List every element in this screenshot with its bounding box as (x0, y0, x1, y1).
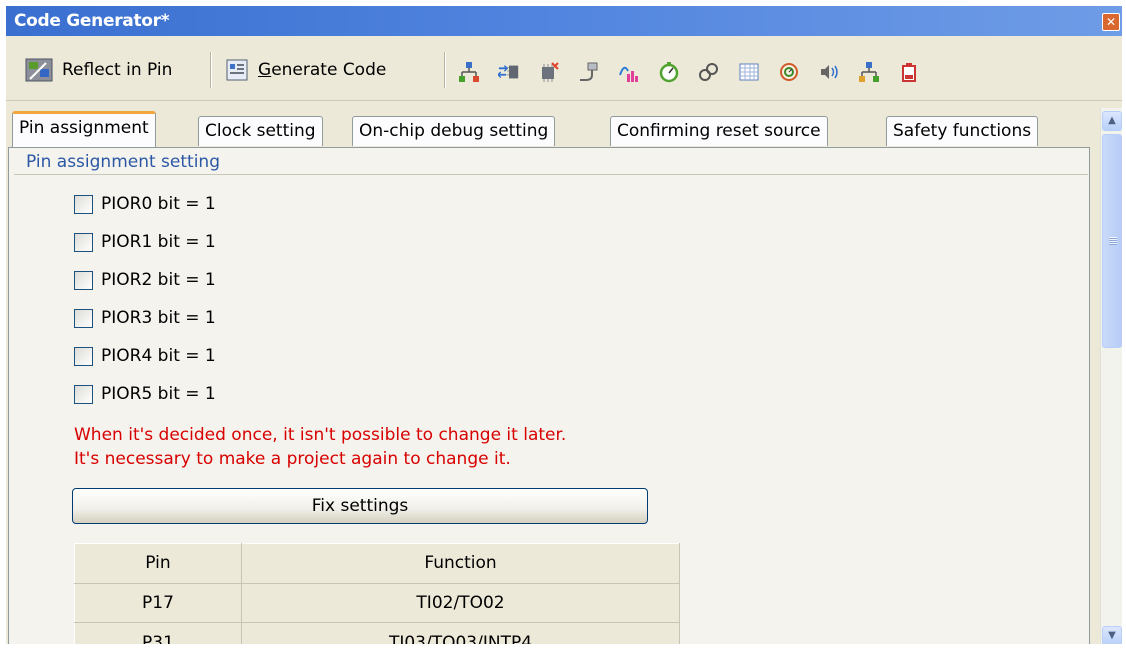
generate-code-icon (226, 59, 248, 81)
checkbox-label: PIOR5 bit = 1 (101, 384, 216, 404)
table-row[interactable]: P17 TI02/TO02 (74, 582, 680, 624)
chevron-up-icon: ▲ (1108, 115, 1116, 126)
pior0-checkbox[interactable] (74, 194, 93, 214)
tab-on-chip-debug-setting[interactable]: On-chip debug setting (352, 116, 556, 146)
plug-icon[interactable] (578, 61, 600, 83)
tab-label: Safety functions (893, 121, 1032, 141)
pior3-checkbox[interactable] (74, 308, 93, 328)
column-header-function: Function (241, 543, 680, 584)
pior4-checkbox-row[interactable]: PIOR4 bit = 1 (74, 344, 216, 368)
checkbox-label: PIOR4 bit = 1 (101, 346, 216, 366)
tab-label: Confirming reset source (617, 121, 821, 141)
title-bar: Code Generator* ✕ (6, 6, 1122, 36)
table-cell-function: TI03/TO03/INTP4 (241, 622, 680, 644)
pior2-checkbox-row[interactable]: PIOR2 bit = 1 (74, 268, 216, 292)
pior0-checkbox-row[interactable]: PIOR0 bit = 1 (74, 192, 216, 216)
checkbox-label: PIOR2 bit = 1 (101, 270, 216, 290)
close-icon: ✕ (1105, 15, 1117, 29)
checkbox-label: PIOR3 bit = 1 (101, 308, 216, 328)
window-title: Code Generator* (14, 11, 170, 31)
toolbar: Reflect in Pin Generate Code (6, 36, 1122, 101)
grid-icon[interactable] (738, 61, 760, 83)
checkbox-label: PIOR1 bit = 1 (101, 232, 216, 252)
pior5-checkbox-row[interactable]: PIOR5 bit = 1 (74, 382, 216, 406)
grip-icon (1109, 237, 1117, 245)
tab-safety-functions[interactable]: Safety functions (886, 116, 1039, 146)
group-legend: Pin assignment setting (22, 152, 224, 172)
group-divider (14, 174, 1088, 175)
speaker-icon[interactable] (818, 61, 840, 83)
column-header-pin: Pin (74, 543, 242, 584)
toolbar-separator (210, 52, 212, 88)
scroll-up-button[interactable]: ▲ (1102, 111, 1122, 131)
clock-icon[interactable] (778, 61, 800, 83)
generate-code-label: Generate Code (258, 60, 386, 80)
code-generator-window: Code Generator* ✕ Reflect in Pin Generat… (6, 6, 1122, 644)
reflect-in-pin-label: Reflect in Pin (62, 60, 173, 80)
port-alt-icon[interactable] (858, 61, 880, 83)
tab-label: On-chip debug setting (359, 121, 549, 141)
tab-pin-assignment[interactable]: Pin assignment (12, 111, 156, 147)
port-icon[interactable] (458, 61, 480, 83)
timer-icon[interactable] (658, 61, 680, 83)
generate-code-label-rest: enerate Code (271, 60, 387, 80)
serial-icon[interactable] (498, 61, 520, 83)
chip-icon[interactable] (538, 61, 560, 83)
battery-icon[interactable] (898, 61, 920, 83)
tab-bar: Pin assignment Clock setting On-chip deb… (6, 108, 1088, 148)
table-cell-pin: P31 (74, 622, 242, 644)
warning-line-2: It's necessary to make a project again t… (74, 449, 511, 469)
vertical-scrollbar[interactable]: ▲ ▼ (1100, 108, 1122, 644)
tab-label: Clock setting (205, 121, 316, 141)
pin-function-table: Pin Function P17 TI02/TO02 P31 TI03/TO03… (74, 543, 680, 644)
warning-line-1: When it's decided once, it isn't possibl… (74, 425, 567, 445)
tab-clock-setting[interactable]: Clock setting (198, 116, 323, 146)
scroll-thumb[interactable] (1102, 134, 1122, 348)
close-button[interactable]: ✕ (1102, 13, 1120, 31)
table-header-row: Pin Function (74, 543, 680, 584)
pior4-checkbox[interactable] (74, 346, 93, 366)
chevron-down-icon: ▼ (1108, 630, 1116, 641)
pior2-checkbox[interactable] (74, 270, 93, 290)
reflect-in-pin-button[interactable]: Reflect in Pin (24, 52, 172, 88)
pior3-checkbox-row[interactable]: PIOR3 bit = 1 (74, 306, 216, 330)
link-icon[interactable] (698, 61, 720, 83)
tab-confirming-reset-source[interactable]: Confirming reset source (610, 116, 828, 146)
generate-code-mnemonic: G (258, 60, 272, 80)
generate-code-button[interactable]: Generate Code (224, 52, 386, 88)
pior5-checkbox[interactable] (74, 384, 93, 404)
pin-map-icon (25, 58, 53, 82)
scroll-down-button[interactable]: ▼ (1102, 626, 1122, 644)
table-row[interactable]: P31 TI03/TO03/INTP4 (74, 622, 680, 644)
table-cell-pin: P17 (74, 582, 242, 624)
toolbar-separator (444, 52, 446, 88)
fix-settings-button[interactable]: Fix settings (72, 488, 648, 524)
pior1-checkbox-row[interactable]: PIOR1 bit = 1 (74, 230, 216, 254)
tab-label: Pin assignment (19, 118, 149, 138)
table-cell-function: TI02/TO02 (241, 582, 680, 624)
checkbox-label: PIOR0 bit = 1 (101, 194, 216, 214)
graph-icon[interactable] (618, 61, 640, 83)
pior1-checkbox[interactable] (74, 232, 93, 252)
